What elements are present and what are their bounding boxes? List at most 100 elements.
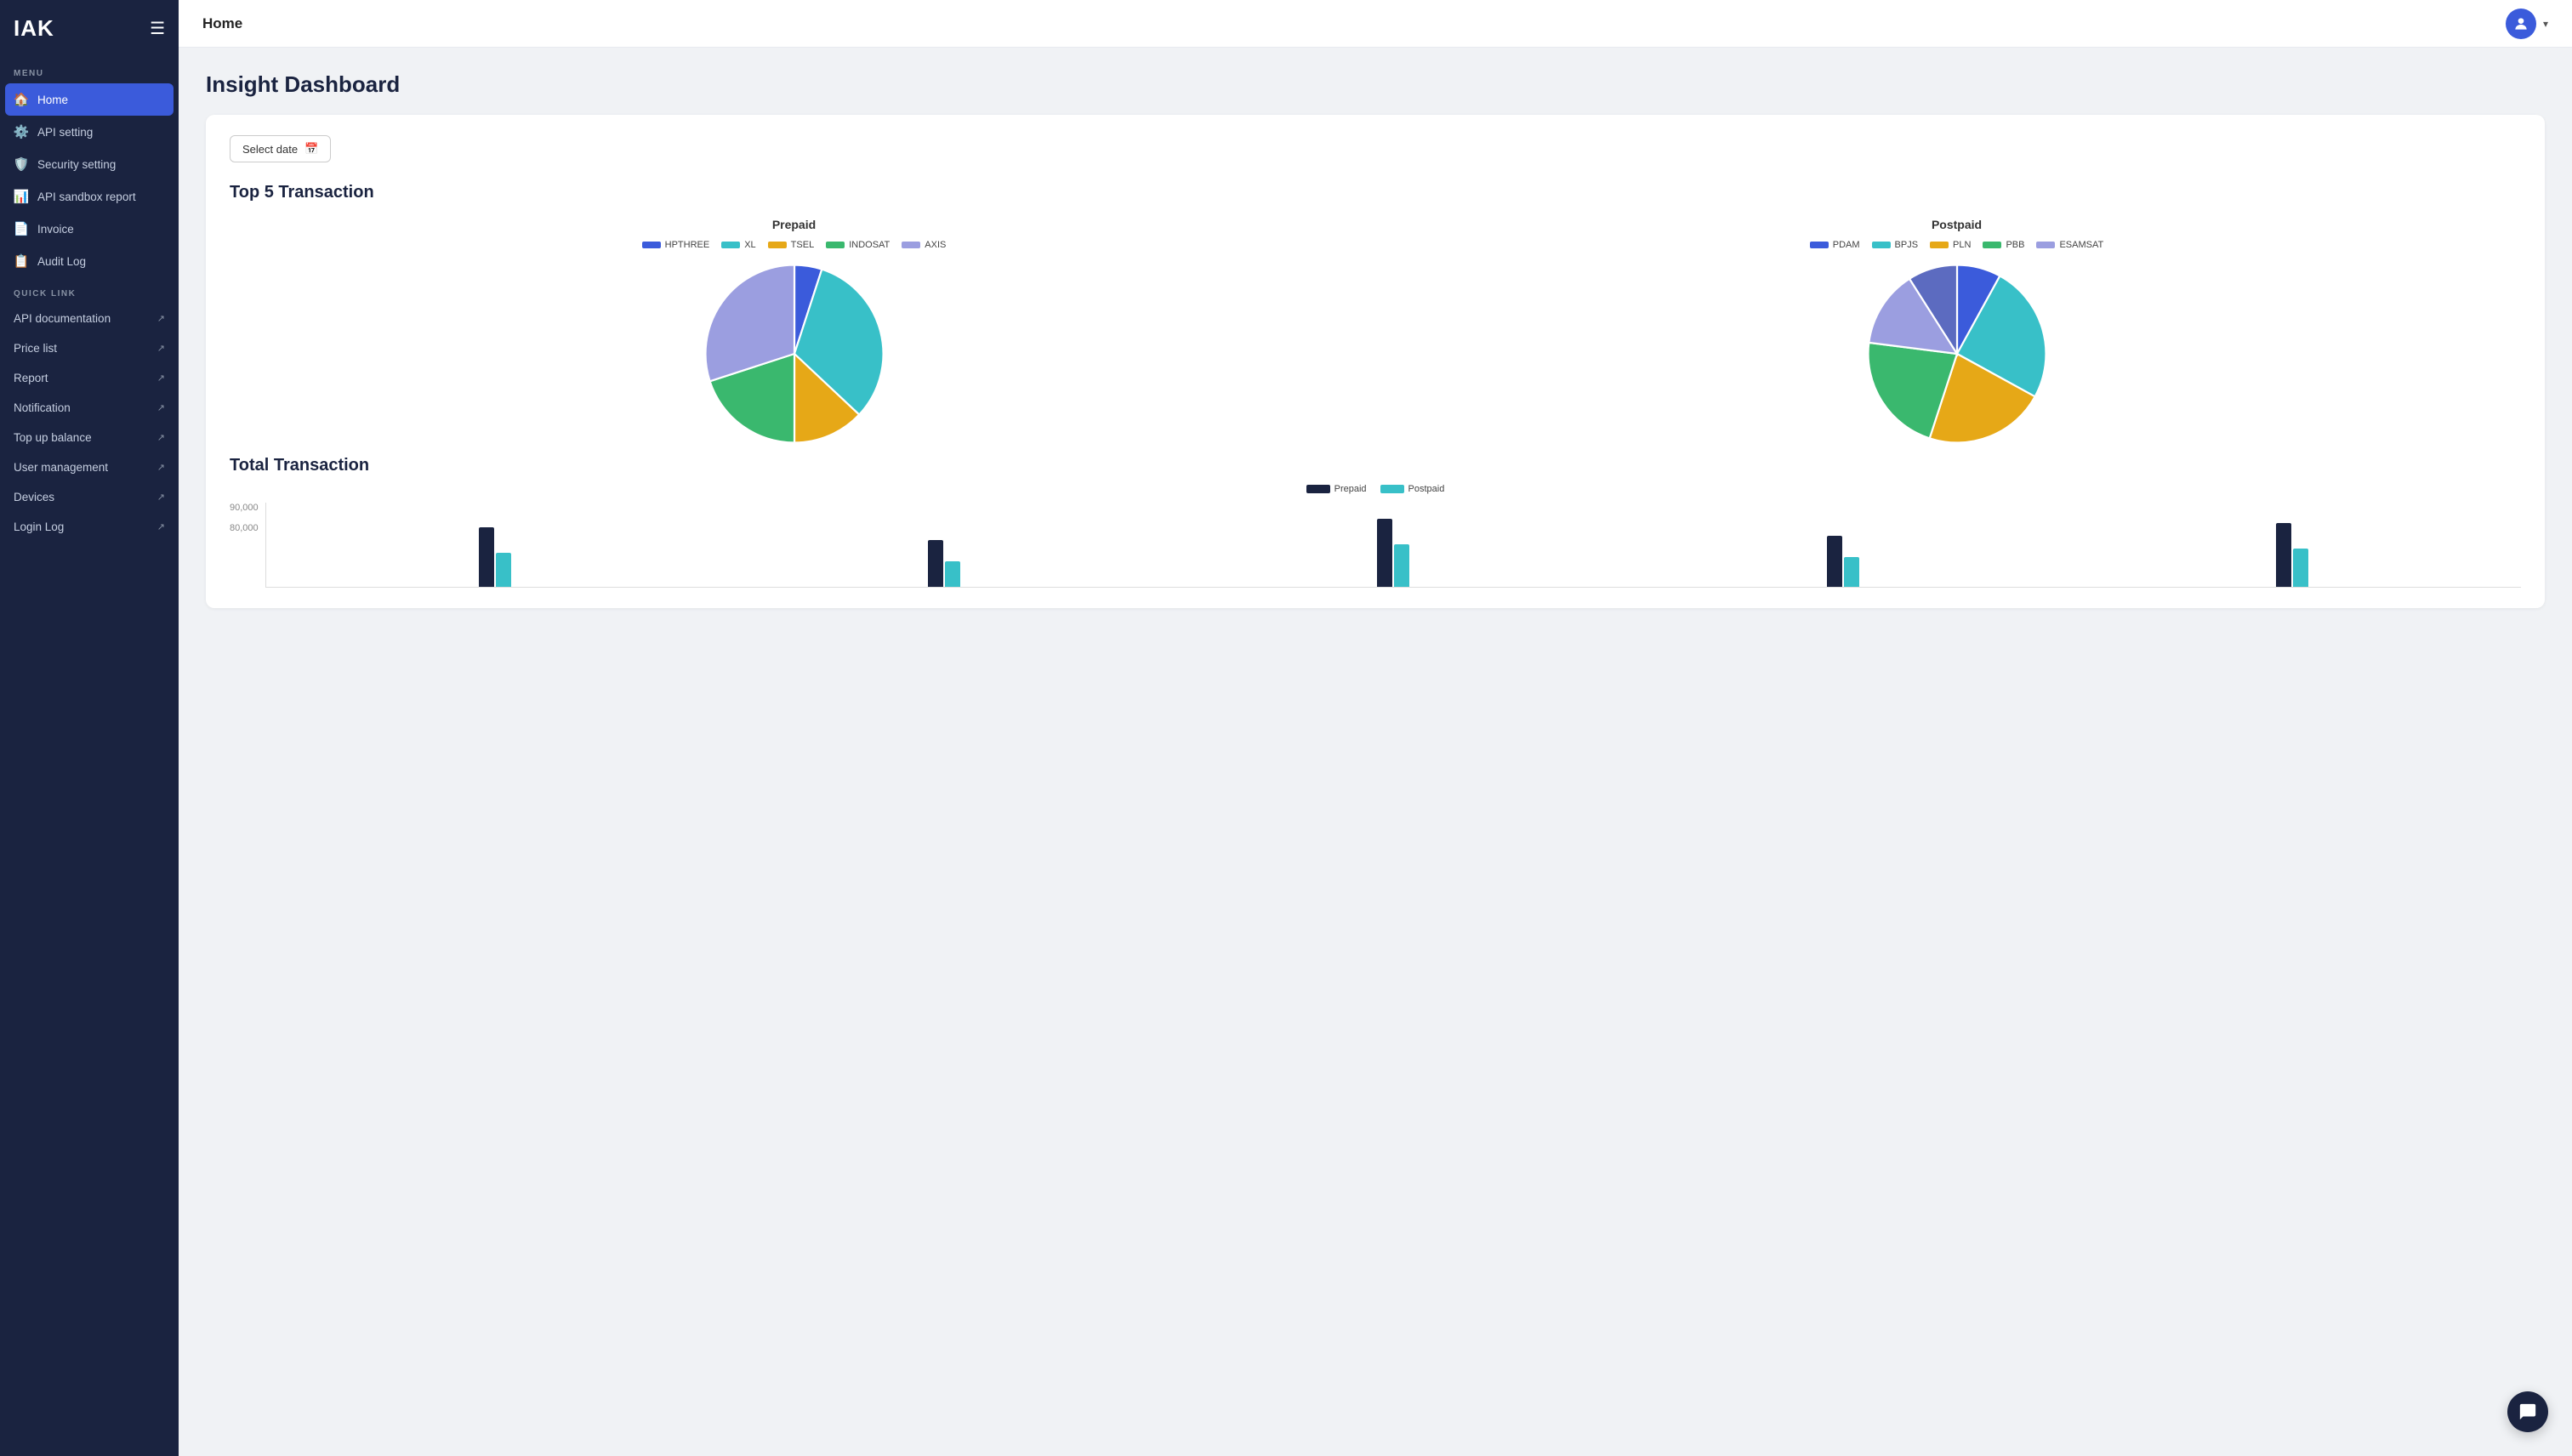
nav-icon-5: 📋 bbox=[14, 253, 29, 269]
quick-link-notification[interactable]: Notification↗ bbox=[0, 393, 179, 423]
bar-group-0 bbox=[273, 527, 717, 587]
calendar-icon: 📅 bbox=[304, 142, 318, 156]
legend-color bbox=[721, 242, 740, 248]
legend-color bbox=[1930, 242, 1949, 248]
chat-fab-button[interactable] bbox=[2507, 1391, 2548, 1432]
bar-postpaid-4 bbox=[2293, 549, 2308, 587]
prepaid-legend-item-TSEL: TSEL bbox=[768, 240, 815, 250]
menu-section-label: MENU bbox=[0, 57, 179, 83]
sidebar-item-api-sandbox-report[interactable]: 📊API sandbox report bbox=[0, 180, 179, 213]
sidebar: IAK ☰ MENU 🏠Home⚙️API setting🛡️Security … bbox=[0, 0, 179, 1456]
quick-link-devices[interactable]: Devices↗ bbox=[0, 482, 179, 512]
sidebar-item-security-setting[interactable]: 🛡️Security setting bbox=[0, 148, 179, 180]
sidebar-logo: IAK ☰ bbox=[0, 0, 179, 57]
quick-link-report[interactable]: Report↗ bbox=[0, 363, 179, 393]
sidebar-item-audit-log[interactable]: 📋Audit Log bbox=[0, 245, 179, 277]
legend-color bbox=[902, 242, 920, 248]
legend-color bbox=[1872, 242, 1891, 248]
postpaid-chart-title: Postpaid bbox=[1932, 218, 1982, 231]
external-link-icon-1: ↗ bbox=[157, 343, 165, 354]
bar-postpaid-0 bbox=[496, 553, 511, 587]
bar-group-2 bbox=[1171, 519, 1615, 587]
hamburger-icon[interactable]: ☰ bbox=[150, 18, 165, 39]
quick-link-login-log[interactable]: Login Log↗ bbox=[0, 512, 179, 542]
prepaid-pie-chart bbox=[701, 260, 888, 447]
bar-prepaid-3 bbox=[1827, 536, 1842, 587]
topbar-right: ▾ bbox=[2506, 9, 2548, 39]
bar-prepaid-4 bbox=[2276, 523, 2291, 587]
legend-color bbox=[826, 242, 845, 248]
bar-group-1 bbox=[722, 540, 1166, 587]
nav-icon-4: 📄 bbox=[14, 221, 29, 236]
postpaid-legend-item-PBB: PBB bbox=[1983, 240, 2024, 250]
nav-icon-2: 🛡️ bbox=[14, 156, 29, 172]
postpaid-pie-chart bbox=[1864, 260, 2051, 447]
main-area: Home ▾ Insight Dashboard Select date 📅 T… bbox=[179, 0, 2572, 1456]
total-transaction-title: Total Transaction bbox=[230, 456, 2521, 475]
bar-legend-item-postpaid: Postpaid bbox=[1380, 484, 1445, 494]
postpaid-legend-item-BPJS: BPJS bbox=[1872, 240, 1919, 250]
y-label-90k: 90,000 bbox=[230, 503, 259, 513]
sidebar-item-home[interactable]: 🏠Home bbox=[5, 83, 174, 116]
y-axis: 90,000 80,000 bbox=[230, 503, 259, 588]
content-area: Insight Dashboard Select date 📅 Top 5 Tr… bbox=[179, 48, 2572, 1456]
quick-link-section-label: QUICK LINK bbox=[0, 277, 179, 304]
prepaid-legend-item-INDOSAT: INDOSAT bbox=[826, 240, 890, 250]
bar-prepaid-2 bbox=[1377, 519, 1392, 587]
quick-link-top-up-balance[interactable]: Top up balance↗ bbox=[0, 423, 179, 452]
nav-icon-1: ⚙️ bbox=[14, 124, 29, 139]
bar-chart-area: 90,000 80,000 bbox=[230, 503, 2521, 588]
quick-link-api-documentation[interactable]: API documentation↗ bbox=[0, 304, 179, 333]
postpaid-legend-item-PDAM: PDAM bbox=[1810, 240, 1860, 250]
prepaid-chart-title: Prepaid bbox=[772, 218, 816, 231]
bar-group-3 bbox=[1620, 536, 2064, 587]
bar-chart-legend: PrepaidPostpaid bbox=[230, 484, 2521, 494]
legend-color bbox=[1983, 242, 2001, 248]
sidebar-item-invoice[interactable]: 📄Invoice bbox=[0, 213, 179, 245]
nav-icon-3: 📊 bbox=[14, 189, 29, 204]
user-avatar[interactable] bbox=[2506, 9, 2536, 39]
main-card: Select date 📅 Top 5 Transaction Prepaid … bbox=[206, 115, 2545, 608]
prepaid-legend-item-AXIS: AXIS bbox=[902, 240, 946, 250]
bar-prepaid-1 bbox=[928, 540, 943, 587]
legend-color bbox=[2036, 242, 2055, 248]
postpaid-legend-item-PLN: PLN bbox=[1930, 240, 1971, 250]
select-date-label: Select date bbox=[242, 143, 298, 156]
external-link-icon-6: ↗ bbox=[157, 492, 165, 503]
bar-legend-color bbox=[1380, 485, 1404, 493]
nav-items: 🏠Home⚙️API setting🛡️Security setting📊API… bbox=[0, 83, 179, 277]
topbar: Home ▾ bbox=[179, 0, 2572, 48]
bar-postpaid-1 bbox=[945, 561, 960, 587]
quick-link-user-management[interactable]: User management↗ bbox=[0, 452, 179, 482]
bar-legend-color bbox=[1306, 485, 1330, 493]
legend-color bbox=[1810, 242, 1829, 248]
prepaid-chart-container: Prepaid HPTHREEXLTSELINDOSATAXIS bbox=[230, 218, 1358, 447]
external-link-icon-0: ↗ bbox=[157, 313, 165, 324]
prepaid-legend-item-HPTHREE: HPTHREE bbox=[642, 240, 710, 250]
bar-prepaid-0 bbox=[479, 527, 494, 587]
external-link-icon-3: ↗ bbox=[157, 402, 165, 413]
top5-title: Top 5 Transaction bbox=[230, 183, 2521, 202]
quick-links: API documentation↗Price list↗Report↗Noti… bbox=[0, 304, 179, 542]
prepaid-legend: HPTHREEXLTSELINDOSATAXIS bbox=[642, 240, 947, 250]
postpaid-legend-item-ESAMSAT: ESAMSAT bbox=[2036, 240, 2103, 250]
select-date-button[interactable]: Select date 📅 bbox=[230, 135, 331, 162]
chevron-down-icon[interactable]: ▾ bbox=[2543, 18, 2548, 30]
legend-color bbox=[642, 242, 661, 248]
dashboard-title: Insight Dashboard bbox=[206, 71, 2545, 98]
external-link-icon-5: ↗ bbox=[157, 462, 165, 473]
external-link-icon-4: ↗ bbox=[157, 432, 165, 443]
nav-icon-0: 🏠 bbox=[14, 92, 29, 107]
external-link-icon-2: ↗ bbox=[157, 373, 165, 384]
bar-postpaid-3 bbox=[1844, 557, 1859, 587]
bar-postpaid-2 bbox=[1394, 544, 1409, 587]
pie-charts-row: Prepaid HPTHREEXLTSELINDOSATAXIS Postpai… bbox=[230, 218, 2521, 447]
external-link-icon-7: ↗ bbox=[157, 521, 165, 532]
y-label-80k: 80,000 bbox=[230, 523, 259, 533]
postpaid-chart-container: Postpaid PDAM BPJS PLN PBB ESAMSAT bbox=[1392, 218, 2521, 447]
quick-link-price-list[interactable]: Price list↗ bbox=[0, 333, 179, 363]
topbar-title: Home bbox=[202, 15, 242, 32]
sidebar-item-api-setting[interactable]: ⚙️API setting bbox=[0, 116, 179, 148]
postpaid-legend: PDAM BPJS PLN PBB ESAMSAT bbox=[1810, 240, 2103, 250]
bar-chart bbox=[265, 503, 2521, 588]
